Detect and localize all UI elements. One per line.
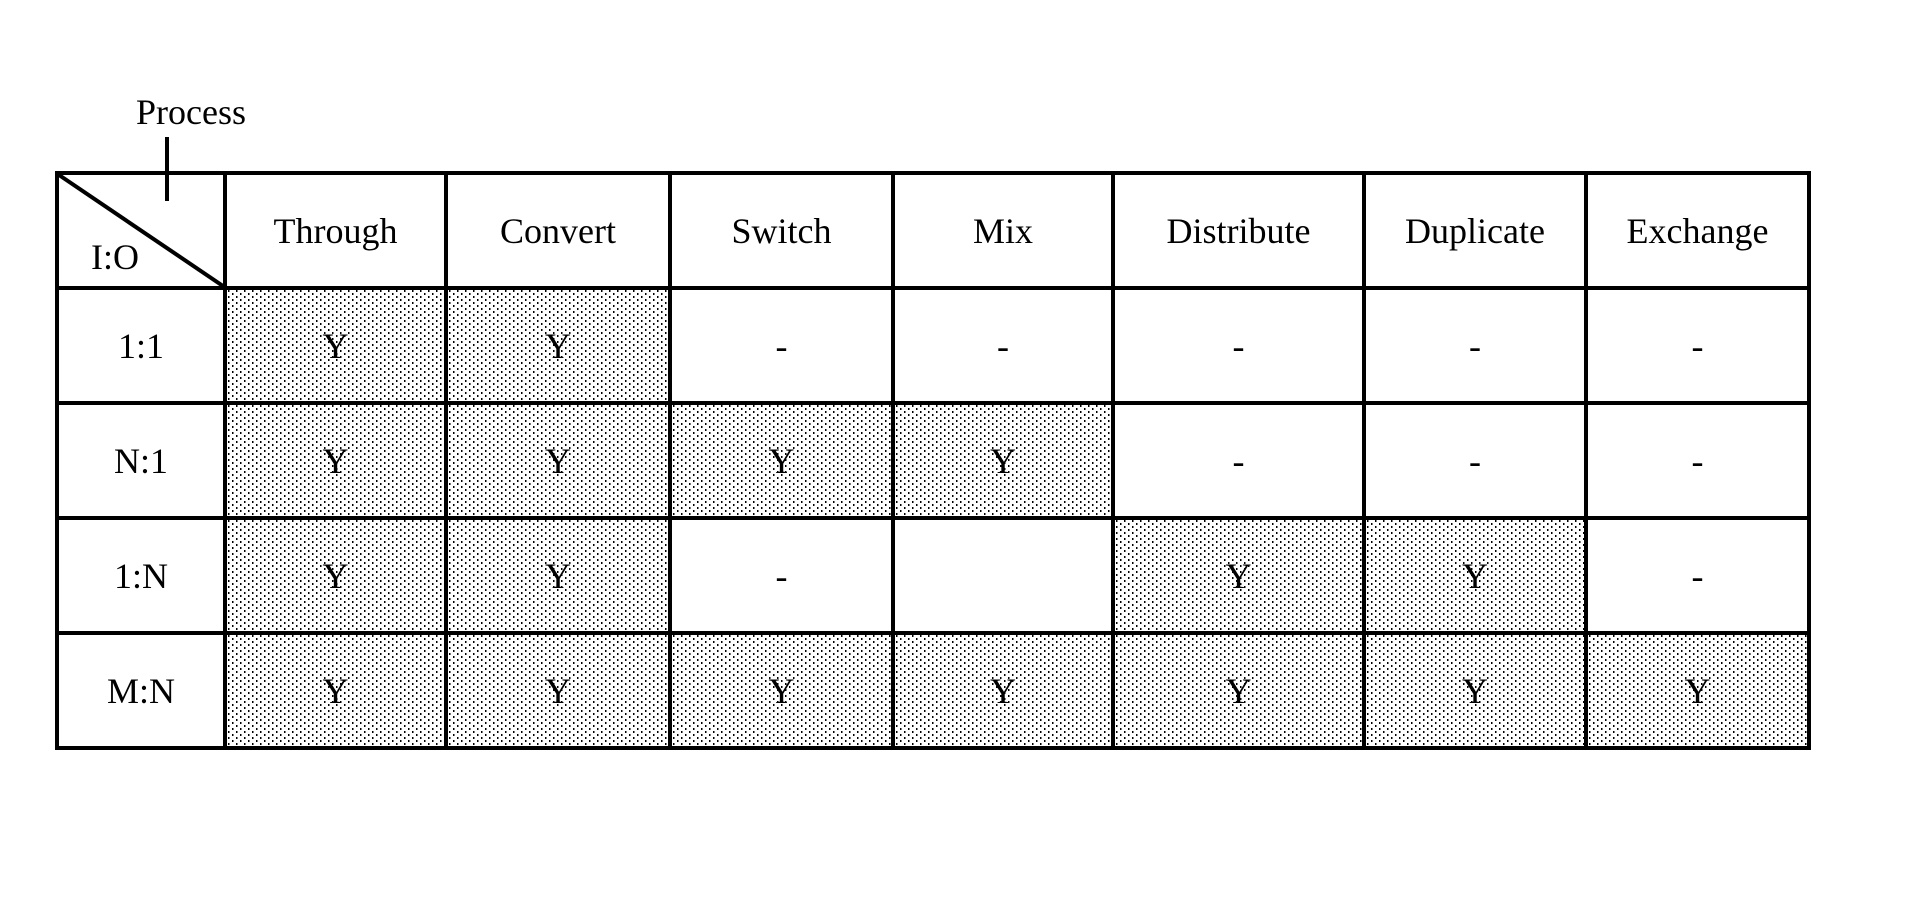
cell-mix-unsupported (891, 516, 1115, 635)
column-header-switch: Switch (668, 171, 895, 290)
column-header-distribute: Distribute (1111, 171, 1366, 290)
process-axis-label: Process (136, 92, 246, 132)
cell-through-supported: Y (223, 401, 448, 520)
cell-exchange-unsupported: - (1584, 516, 1811, 635)
cell-distribute-unsupported: - (1111, 286, 1366, 405)
io-process-matrix: I:O Through Convert Switch Mix Distribut… (55, 171, 1811, 750)
cell-convert-supported: Y (444, 631, 672, 750)
cell-distribute-supported: Y (1111, 631, 1366, 750)
corner-cell: I:O (55, 171, 227, 290)
cell-switch-unsupported: - (668, 286, 895, 405)
cell-convert-supported: Y (444, 286, 672, 405)
matrix-body: 1:1 Y Y - - - - - N:1 Y Y Y Y - - -1:N Y Y - Y Y - M:N Y Y Y Y Y Y Y (55, 286, 1811, 750)
cell-convert-supported: Y (444, 516, 672, 635)
cell-distribute-unsupported: - (1111, 401, 1366, 520)
row-header: 1:1 (55, 286, 227, 405)
table-row: N:1 Y Y Y Y - - - (55, 401, 1811, 520)
column-header-through: Through (223, 171, 448, 290)
cell-mix-supported: Y (891, 401, 1115, 520)
cell-through-supported: Y (223, 286, 448, 405)
column-header-exchange: Exchange (1584, 171, 1811, 290)
diagonal-divider (59, 175, 223, 286)
cell-mix-supported: Y (891, 631, 1115, 750)
row-header: M:N (55, 631, 227, 750)
row-header: 1:N (55, 516, 227, 635)
table-row: 1:N Y Y - Y Y - (55, 516, 1811, 635)
column-header-duplicate: Duplicate (1362, 171, 1588, 290)
cell-duplicate-unsupported: - (1362, 401, 1588, 520)
io-axis-label: I:O (91, 237, 139, 277)
cell-exchange-unsupported: - (1584, 286, 1811, 405)
cell-through-supported: Y (223, 631, 448, 750)
cell-duplicate-supported: Y (1362, 631, 1588, 750)
cell-switch-unsupported: - (668, 516, 895, 635)
cell-exchange-supported: Y (1584, 631, 1811, 750)
header-row: I:O Through Convert Switch Mix Distribut… (55, 171, 1811, 290)
cell-switch-supported: Y (668, 401, 895, 520)
column-header-mix: Mix (891, 171, 1115, 290)
cell-duplicate-unsupported: - (1362, 286, 1588, 405)
cell-convert-supported: Y (444, 401, 672, 520)
table-row: M:N Y Y Y Y Y Y Y (55, 631, 1811, 750)
cell-duplicate-supported: Y (1362, 516, 1588, 635)
cell-distribute-supported: Y (1111, 516, 1366, 635)
table-row: 1:1 Y Y - - - - - (55, 286, 1811, 405)
cell-exchange-unsupported: - (1584, 401, 1811, 520)
cell-mix-unsupported: - (891, 286, 1115, 405)
cell-switch-supported: Y (668, 631, 895, 750)
column-header-convert: Convert (444, 171, 672, 290)
cell-through-supported: Y (223, 516, 448, 635)
row-header: N:1 (55, 401, 227, 520)
